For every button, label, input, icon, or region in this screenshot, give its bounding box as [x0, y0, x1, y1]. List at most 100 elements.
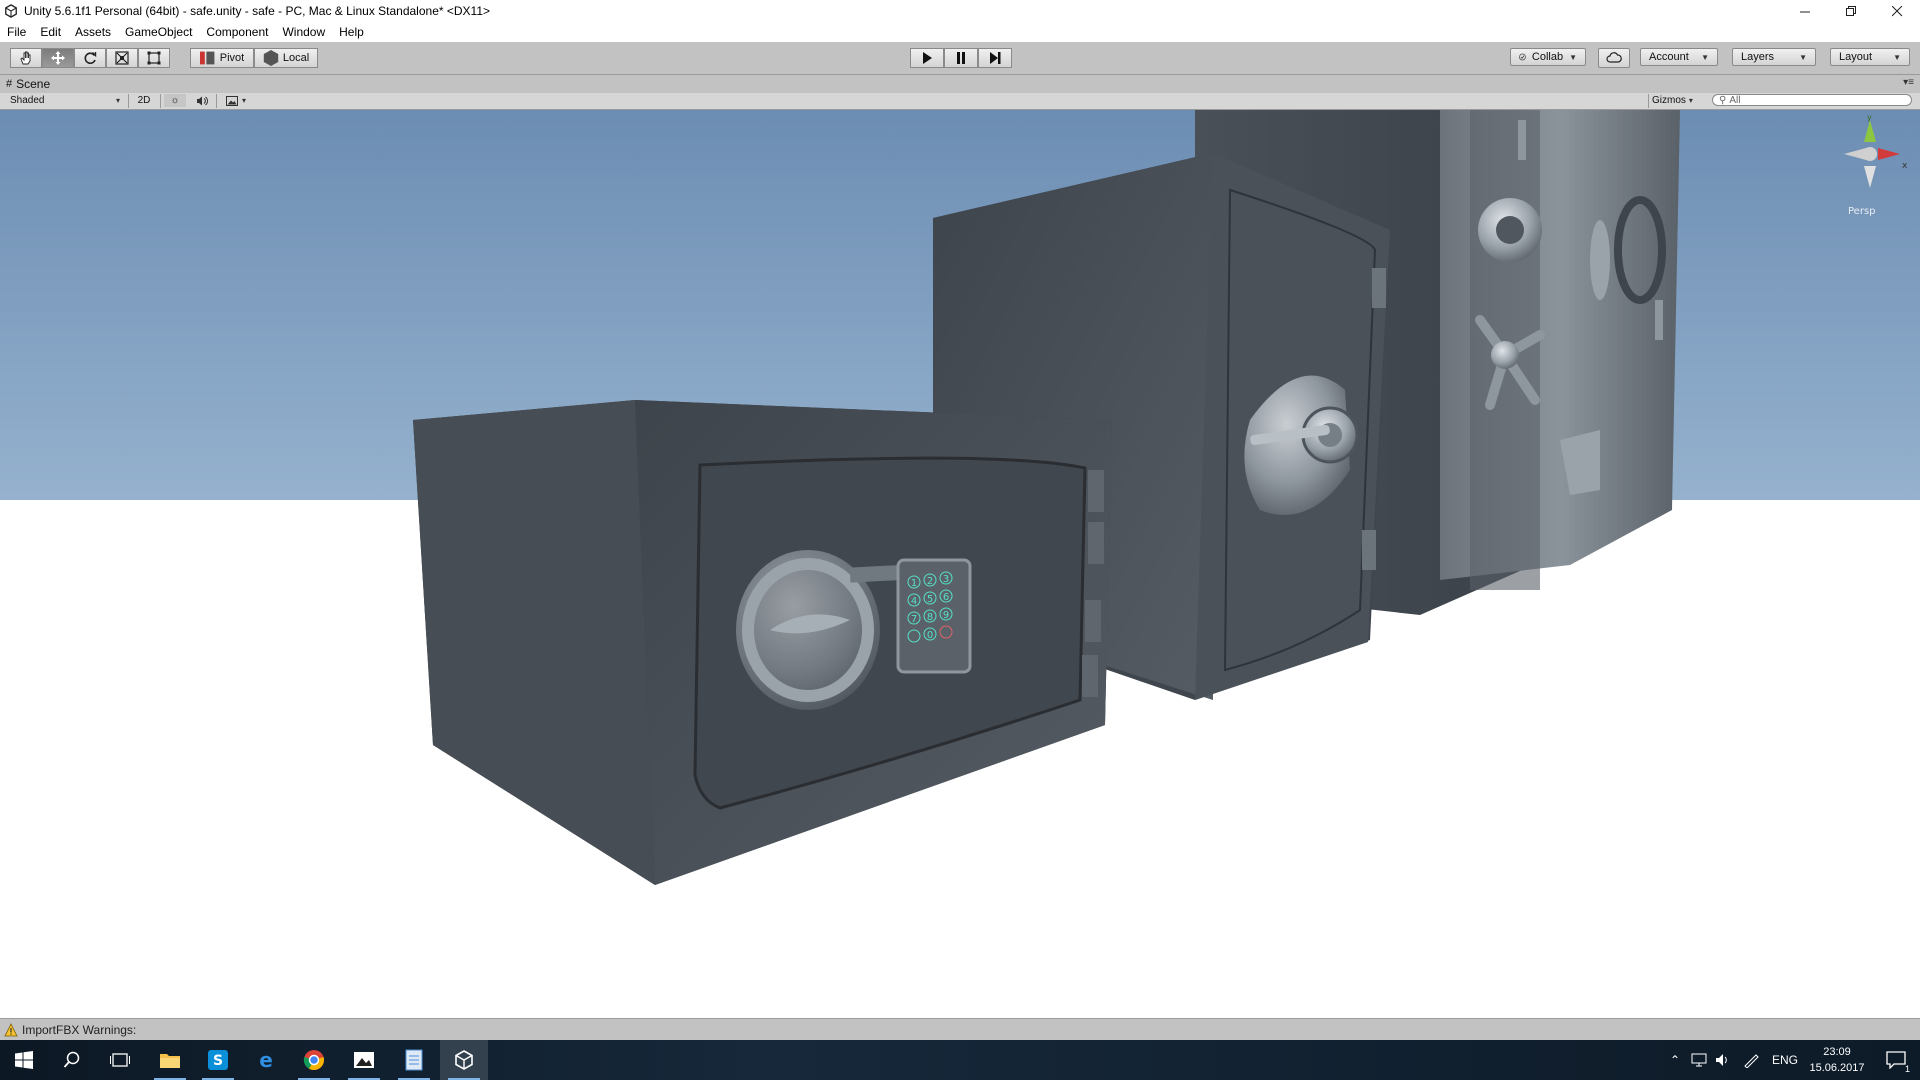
layers-dropdown-icon: ▼	[1799, 52, 1807, 62]
taskbar-search-button[interactable]	[48, 1040, 96, 1080]
collab-dropdown-icon: ▼	[1569, 52, 1577, 62]
menu-help[interactable]: Help	[332, 25, 371, 39]
svg-text:e: e	[259, 1049, 273, 1071]
title-bar: Unity 5.6.1f1 Personal (64bit) - safe.un…	[0, 0, 1920, 22]
gizmo-axis-x: x	[1902, 161, 1908, 171]
network-icon[interactable]	[1690, 1052, 1708, 1068]
pen-icon[interactable]	[1742, 1052, 1760, 1068]
2d-toggle[interactable]: 2D	[134, 94, 154, 107]
rotate-icon	[84, 52, 97, 64]
tab-scene[interactable]: # Scene	[6, 77, 50, 91]
step-button[interactable]	[978, 48, 1012, 68]
local-label: Local	[282, 52, 310, 64]
scene-view[interactable]: 1 2 3 4 5 6 7 8 9 0 y x Persp	[0, 110, 1920, 1018]
gizmos-dropdown-icon: ▾	[1688, 96, 1693, 105]
main-toolbar: Pivot Local Collab ▼ Account ▼ Layers ▼ …	[0, 42, 1920, 75]
task-view-button[interactable]	[96, 1040, 144, 1080]
pivot-icon	[199, 51, 215, 65]
rotate-tool-button[interactable]	[74, 48, 106, 68]
layers-group: Layers ▼	[1732, 48, 1816, 68]
menu-component[interactable]: Component	[199, 25, 275, 39]
task-view-icon	[110, 1053, 130, 1067]
check-circle-icon	[1519, 53, 1526, 61]
taskbar-app-chrome[interactable]	[290, 1040, 338, 1080]
menu-window[interactable]: Window	[275, 25, 332, 39]
shading-mode-dropdown[interactable]: Shaded ▾	[10, 94, 120, 107]
scene-tab-label: Scene	[16, 77, 51, 91]
status-bar[interactable]: ImportFBX Warnings:	[0, 1018, 1920, 1041]
start-button[interactable]	[0, 1040, 48, 1080]
scene-search-placeholder: All	[1729, 94, 1741, 106]
restore-button[interactable]	[1828, 0, 1874, 22]
hand-icon	[20, 51, 31, 65]
collab-group: Collab ▼	[1510, 48, 1586, 68]
taskbar-app-skype[interactable]: S	[194, 1040, 242, 1080]
audio-toggle[interactable]	[192, 94, 212, 107]
taskbar-app-explorer[interactable]	[146, 1040, 194, 1080]
layout-dropdown[interactable]: Layout ▼	[1830, 48, 1910, 66]
edge-icon: e	[259, 1049, 273, 1071]
sun-icon: ☼	[170, 95, 180, 106]
panel-menu-icon[interactable]: ▾≡	[1903, 77, 1914, 88]
taskbar-app-edge[interactable]: e	[242, 1040, 290, 1080]
divider	[216, 94, 217, 108]
local-button[interactable]: Local	[254, 48, 318, 68]
move-tool-button[interactable]	[42, 48, 74, 68]
pause-button[interactable]	[944, 48, 978, 68]
gizmos-dropdown[interactable]: Gizmos ▾	[1652, 94, 1696, 107]
system-tray: ⌃ ENG	[1664, 1040, 1798, 1080]
clock-date: 15.06.2017	[1809, 1062, 1865, 1074]
notepad-icon	[405, 1049, 423, 1071]
step-icon	[990, 52, 1001, 64]
unity-logo-icon	[5, 4, 17, 18]
scene-render: 1 2 3 4 5 6 7 8 9 0 y x Persp	[0, 110, 1920, 1018]
pivot-label: Pivot	[219, 52, 245, 64]
gizmos-label: Gizmos	[1652, 95, 1686, 106]
chrome-icon	[303, 1050, 324, 1071]
pivot-toggles: Pivot Local	[190, 48, 318, 68]
menu-assets[interactable]: Assets	[68, 25, 118, 39]
menu-edit[interactable]: Edit	[33, 25, 68, 39]
scene-search-input[interactable]: ⚲ All	[1712, 94, 1912, 106]
clock-time: 23:09	[1823, 1046, 1851, 1058]
account-dropdown[interactable]: Account ▼	[1640, 48, 1718, 66]
pivot-button[interactable]: Pivot	[190, 48, 254, 68]
collab-button[interactable]: Collab ▼	[1510, 48, 1586, 66]
close-button[interactable]	[1874, 0, 1920, 22]
show-hidden-icons-icon[interactable]: ⌃	[1664, 1053, 1686, 1067]
notification-count: 1	[1904, 1064, 1910, 1074]
scale-tool-button[interactable]	[106, 48, 138, 68]
taskbar-app-unity[interactable]	[440, 1040, 488, 1080]
hand-tool-button[interactable]	[10, 48, 42, 68]
lighting-toggle[interactable]: ☼	[164, 94, 186, 107]
minimize-button[interactable]	[1782, 0, 1828, 22]
cloud-button[interactable]	[1598, 48, 1630, 68]
gizmo-axis-y: y	[1867, 113, 1872, 122]
collab-label: Collab	[1531, 51, 1564, 63]
layers-dropdown[interactable]: Layers ▼	[1732, 48, 1816, 66]
search-icon: ⚲	[1719, 94, 1727, 106]
menu-file[interactable]: File	[0, 25, 33, 39]
playback-controls	[910, 48, 1012, 68]
status-message: ImportFBX Warnings:	[22, 1023, 137, 1037]
taskbar-clock[interactable]: 23:09 15.06.2017	[1802, 1044, 1872, 1076]
action-center-button[interactable]: 1	[1872, 1040, 1920, 1080]
input-language[interactable]: ENG	[1772, 1053, 1798, 1067]
play-button[interactable]	[910, 48, 944, 68]
search-icon	[63, 1051, 80, 1068]
divider	[128, 94, 129, 108]
minimize-icon	[1799, 11, 1810, 12]
effects-dropdown[interactable]: ▾	[220, 94, 252, 107]
transform-tools	[10, 48, 170, 68]
local-icon	[263, 50, 279, 66]
taskbar-app-notepad[interactable]	[390, 1040, 438, 1080]
menu-gameobject[interactable]: GameObject	[118, 25, 199, 39]
effects-dropdown-icon: ▾	[241, 96, 246, 105]
volume-icon[interactable]	[1714, 1052, 1732, 1068]
scene-tab-bar: # Scene ▾≡	[0, 75, 1920, 93]
account-group: Account ▼	[1640, 48, 1718, 68]
rect-tool-button[interactable]	[138, 48, 170, 68]
account-label: Account	[1649, 51, 1689, 63]
shading-dropdown-icon: ▾	[115, 96, 120, 105]
taskbar-app-photos[interactable]	[340, 1040, 388, 1080]
